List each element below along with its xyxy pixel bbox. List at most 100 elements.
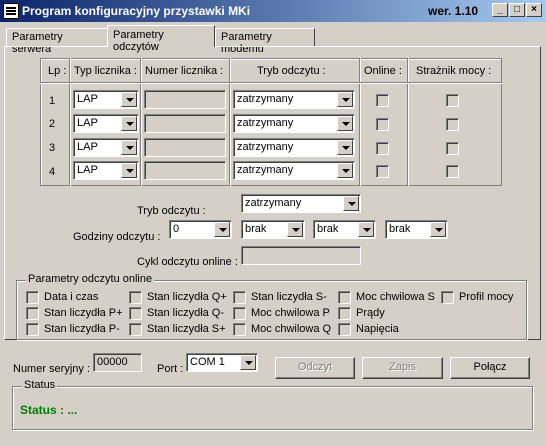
checkbox-prady[interactable] [338, 307, 351, 320]
checkbox-label: Moc chwilowa S [356, 291, 435, 303]
read-mode-select[interactable]: zatrzymany [233, 90, 355, 109]
chevron-down-icon[interactable] [121, 140, 137, 155]
chevron-down-icon[interactable] [121, 163, 137, 178]
connect-button[interactable]: Połącz [450, 357, 530, 379]
checkbox-stan-p-minus[interactable] [26, 323, 39, 336]
online-checkbox[interactable] [376, 94, 389, 107]
chevron-down-icon[interactable] [337, 92, 353, 107]
checkbox-moc-s[interactable] [338, 291, 351, 304]
checkbox-stan-p-plus[interactable] [26, 307, 39, 320]
read-mode-label: Tryb odczytu : [137, 205, 206, 217]
read-hour-select-4[interactable]: brak [385, 220, 448, 239]
title-bar[interactable]: Program konfiguracyjny przystawki MKi we… [0, 0, 546, 22]
read-hour-select-2[interactable]: brak [241, 220, 305, 239]
checkbox-stan-s-minus[interactable] [233, 291, 246, 304]
chevron-down-icon[interactable] [240, 355, 256, 370]
online-checkbox[interactable] [376, 165, 389, 178]
online-checkbox[interactable] [376, 142, 389, 155]
row-number: 3 [49, 142, 56, 154]
online-cycle-input[interactable] [241, 246, 361, 265]
chevron-down-icon[interactable] [337, 163, 353, 178]
checkbox-stan-q-minus[interactable] [129, 307, 142, 320]
column-divider [407, 58, 409, 186]
meter-type-select[interactable]: LAP [73, 114, 139, 133]
port-select[interactable]: COM 1 [186, 353, 258, 372]
checkbox-label: Stan liczydła S+ [147, 323, 226, 335]
tab-parametry-odczytow[interactable]: Parametry odczytów [107, 25, 215, 53]
tab-parametry-serwera[interactable]: Parametry serwera [6, 28, 108, 55]
header-lp: Lp : [48, 65, 67, 77]
status-group-title: Status [22, 379, 58, 391]
meter-number-input[interactable] [144, 161, 226, 180]
meter-type-select[interactable]: LAP [73, 138, 139, 157]
checkbox-moc-q[interactable] [233, 323, 246, 336]
power-guard-checkbox[interactable] [446, 118, 459, 131]
checkbox-label: Stan liczydła S- [251, 291, 327, 303]
row-number: 2 [49, 118, 56, 130]
read-mode-select[interactable]: zatrzymany [233, 161, 355, 180]
header-tryb-odczytu: Tryb odczytu : [257, 65, 326, 77]
checkbox-napiecia[interactable] [338, 323, 351, 336]
chevron-down-icon[interactable] [430, 222, 446, 237]
checkbox-stan-q-plus[interactable] [129, 291, 142, 304]
chevron-down-icon[interactable] [337, 116, 353, 131]
column-divider [69, 58, 71, 186]
save-button[interactable]: Zapis [362, 357, 443, 379]
close-button[interactable]: × [526, 3, 542, 17]
serial-number-label: Numer seryjny : [13, 363, 91, 375]
header-divider [40, 82, 502, 84]
header-straznik-mocy: Strażnik mocy : [416, 65, 492, 77]
meter-number-input[interactable] [144, 90, 226, 109]
chevron-down-icon[interactable] [214, 222, 230, 237]
checkbox-stan-s-plus[interactable] [129, 323, 142, 336]
online-checkbox[interactable] [376, 118, 389, 131]
chevron-down-icon[interactable] [337, 140, 353, 155]
power-guard-checkbox[interactable] [446, 142, 459, 155]
app-icon [3, 3, 19, 19]
checkbox-label: Profil mocy [459, 291, 514, 303]
chevron-down-icon[interactable] [343, 196, 359, 211]
checkbox-label: Stan liczydła Q- [147, 307, 225, 319]
read-button[interactable]: Odczyt [275, 357, 355, 379]
row-number: 4 [49, 166, 56, 178]
checkbox-data-i-czas[interactable] [26, 291, 39, 304]
online-params-title: Parametry odczytu online [26, 273, 155, 285]
header-numer-licznika: Numer licznika : [145, 65, 224, 77]
power-guard-checkbox[interactable] [446, 94, 459, 107]
meter-number-input[interactable] [144, 138, 226, 157]
window-title: Program konfiguracyjny przystawki MKi [22, 4, 251, 18]
serial-number-input[interactable]: 00000 [93, 353, 142, 372]
read-mode-select[interactable]: zatrzymany [233, 114, 355, 133]
meter-number-input[interactable] [144, 114, 226, 133]
maximize-button[interactable]: □ [509, 3, 525, 17]
app-window: Program konfiguracyjny przystawki MKi we… [0, 0, 546, 446]
row-number: 1 [49, 95, 56, 107]
header-online: Online : [364, 65, 402, 77]
column-divider [359, 58, 361, 186]
checkbox-label: Data i czas [44, 291, 99, 303]
column-divider [140, 58, 142, 186]
chevron-down-icon[interactable] [121, 92, 137, 107]
chevron-down-icon[interactable] [287, 222, 303, 237]
checkbox-moc-p[interactable] [233, 307, 246, 320]
checkbox-label: Moc chwilowa Q [251, 323, 332, 335]
power-guard-checkbox[interactable] [446, 165, 459, 178]
tab-parametry-modemu[interactable]: Parametry modemu [215, 28, 315, 55]
checkbox-label: Prądy [356, 307, 385, 319]
header-typ-licznika: Typ licznika : [74, 65, 137, 77]
status-text: Status : ... [20, 403, 78, 417]
chevron-down-icon[interactable] [358, 222, 374, 237]
minimize-button[interactable]: _ [492, 3, 508, 17]
meter-type-select[interactable]: LAP [73, 161, 139, 180]
read-hour-select-3[interactable]: brak [313, 220, 376, 239]
read-mode-select[interactable]: zatrzymany [233, 138, 355, 157]
read-hour-select-1[interactable]: 0 [169, 220, 232, 239]
meter-type-select[interactable]: LAP [73, 90, 139, 109]
global-read-mode-select[interactable]: zatrzymany [241, 194, 361, 213]
chevron-down-icon[interactable] [121, 116, 137, 131]
checkbox-profil-mocy[interactable] [441, 291, 454, 304]
port-label: Port : [157, 363, 184, 375]
status-group [12, 386, 533, 430]
online-cycle-label: Cykl odczytu online : [137, 256, 238, 268]
checkbox-label: Napięcia [356, 323, 399, 335]
